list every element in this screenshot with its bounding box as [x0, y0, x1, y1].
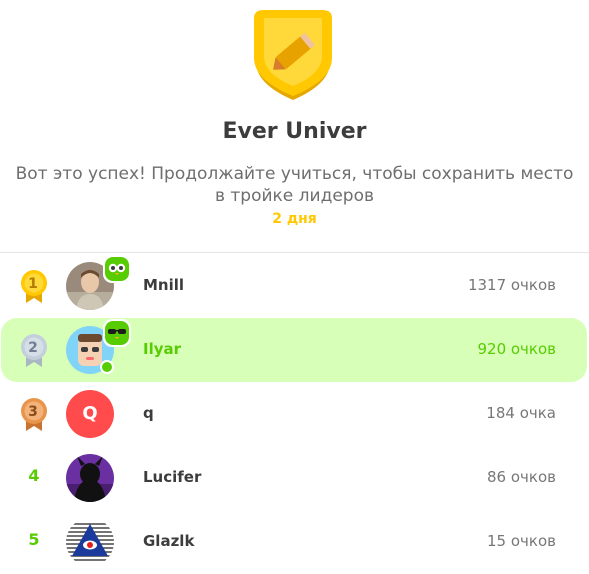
rank-number: 2 — [28, 340, 38, 356]
user-name: Mnill — [143, 276, 185, 294]
leaderboard-row-current-user[interactable]: 2 Ilyar 920 очков — [1, 318, 587, 382]
league-header: Ever Univer Вот это успех! Продолжайте у… — [0, 0, 589, 252]
leaderboard-row[interactable]: 1 Mnill 1317 очков — [0, 254, 589, 318]
avatar-letter[interactable]: Q — [66, 390, 114, 438]
leaderboard-row[interactable]: 5 Glazlk 15 очков — [0, 510, 589, 574]
rank-number: 4 — [28, 466, 40, 485]
rank-number: 3 — [28, 404, 38, 420]
owl-streak-icon — [103, 319, 131, 347]
pencil-shield-icon — [254, 10, 332, 100]
leaderboard-row[interactable]: 3 Q q 184 очка — [0, 382, 589, 446]
rank-number: 5 — [28, 530, 40, 549]
online-status-indicator — [100, 360, 114, 374]
user-name: Lucifer — [143, 468, 202, 486]
days-remaining: 2 дня — [272, 211, 317, 227]
divider — [0, 252, 589, 253]
user-name: Glazlk — [143, 532, 195, 550]
user-name: Ilyar — [143, 340, 182, 358]
avatar[interactable] — [66, 518, 114, 566]
rank-number: 1 — [28, 276, 38, 292]
encouragement-message: Вот это успех! Продолжайте учиться, чтоб… — [15, 164, 574, 206]
league-title: Ever Univer — [222, 119, 367, 144]
user-points: 920 очков — [477, 340, 556, 358]
owl-streak-icon — [103, 255, 131, 283]
leaderboard-row[interactable]: 4 Lucifer 86 очков — [0, 446, 589, 510]
user-points: 86 очков — [487, 468, 556, 486]
user-points: 184 очка — [486, 404, 556, 422]
user-points: 1317 очков — [467, 276, 556, 294]
user-points: 15 очков — [487, 532, 556, 550]
avatar[interactable] — [66, 454, 114, 502]
user-name: q — [143, 404, 154, 422]
